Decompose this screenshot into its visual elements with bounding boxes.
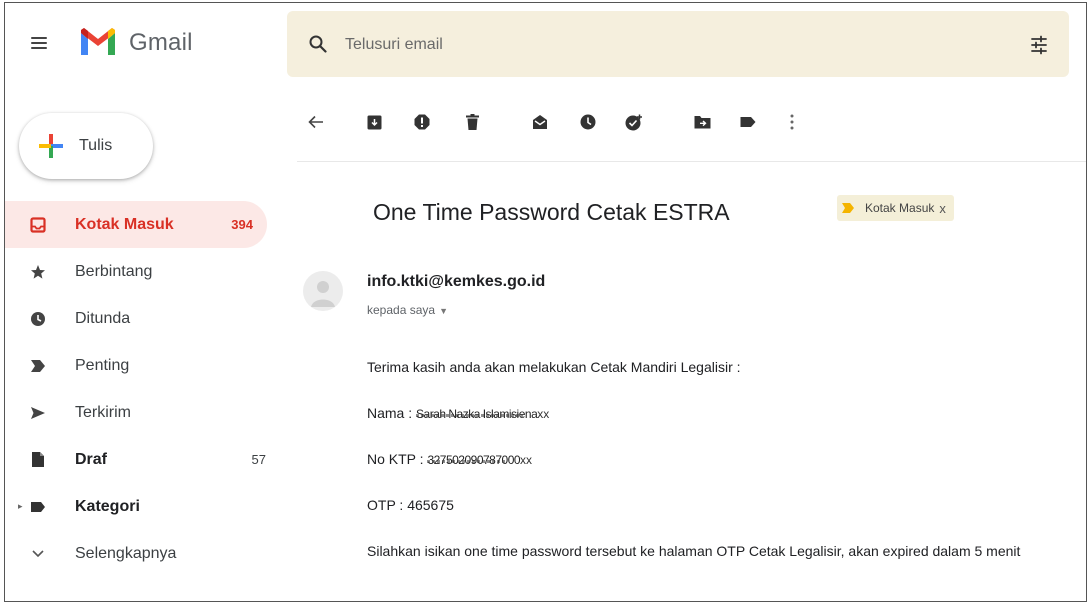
- sidebar-item-label: Ditunda: [75, 309, 131, 327]
- compose-plus-icon: [39, 134, 63, 158]
- ktp-suffix: xx: [520, 453, 533, 467]
- sidebar-item-categories[interactable]: ▸ Kategori: [5, 483, 280, 530]
- body-ktp-line: No KTP : 327502090787000xx: [367, 451, 532, 467]
- sidebar-item-inbox[interactable]: Kotak Masuk 394: [5, 201, 267, 248]
- recipient-details-icon[interactable]: ▼: [439, 306, 448, 316]
- name-value: Sarah Nazka Islamisiena: [416, 407, 538, 421]
- sidebar-item-label: Kotak Masuk: [75, 215, 174, 233]
- body-name-line: Nama : Sarah Nazka Islamisienaxx: [367, 405, 549, 421]
- label-icon: [29, 498, 47, 516]
- sidebar-item-more[interactable]: Selengkapnya: [5, 530, 280, 577]
- toolbar-divider: [297, 161, 1086, 162]
- sidebar-item-label: Draf: [75, 450, 108, 468]
- search-input[interactable]: [345, 33, 945, 57]
- compose-button[interactable]: Tulis: [19, 113, 153, 179]
- move-to-icon[interactable]: [691, 109, 713, 135]
- mark-unread-icon[interactable]: [529, 109, 551, 135]
- sidebar-item-important[interactable]: Penting: [5, 342, 280, 389]
- sender-avatar[interactable]: [303, 271, 343, 311]
- remove-label-button[interactable]: x: [939, 201, 946, 216]
- sidebar-item-drafts[interactable]: Draf 57: [5, 436, 280, 483]
- body-instruction: Silahkan isikan one time password terseb…: [367, 543, 1021, 559]
- redacted-name: Sarah Nazka Islamisiena: [416, 407, 538, 421]
- recipient-text: kepada saya: [367, 303, 436, 317]
- ktp-value: 327502090787000: [427, 453, 521, 467]
- chevron-down-icon: [29, 545, 47, 563]
- sender-email[interactable]: info.ktki@kemkes.go.id: [367, 273, 545, 291]
- name-suffix: xx: [537, 407, 550, 421]
- draft-icon: [29, 451, 47, 469]
- snooze-icon[interactable]: [577, 109, 599, 135]
- message-toolbar: [297, 103, 1086, 143]
- gmail-logo[interactable]: [79, 27, 117, 57]
- search-bar[interactable]: [287, 11, 1069, 77]
- back-arrow-icon[interactable]: [305, 109, 327, 135]
- unread-count: 394: [231, 217, 253, 232]
- send-icon: [29, 404, 47, 422]
- sidebar-item-label: Terkirim: [75, 403, 131, 421]
- report-spam-icon[interactable]: [411, 109, 433, 135]
- recipient-line[interactable]: kepada saya ▼: [367, 303, 448, 317]
- archive-icon[interactable]: [363, 109, 385, 135]
- compose-label: Tulis: [79, 137, 113, 154]
- delete-icon[interactable]: [461, 109, 483, 135]
- top-bar: Gmail: [5, 3, 1086, 85]
- ktp-label: No KTP :: [367, 451, 428, 467]
- label-icon[interactable]: [737, 109, 759, 135]
- gmail-window: Gmail Telusuri email Tulis Kotak Masuk 3…: [4, 2, 1087, 602]
- name-label: Nama :: [367, 405, 417, 421]
- label-chip-text: Kotak Masuk: [865, 201, 935, 215]
- app-name: Gmail: [129, 29, 193, 56]
- body-otp-line: OTP : 465675: [367, 497, 454, 513]
- add-task-icon[interactable]: [623, 109, 645, 135]
- sidebar-item-label: Berbintang: [75, 262, 153, 280]
- body-intro: Terima kasih anda akan melakukan Cetak M…: [367, 359, 741, 375]
- sidebar-item-label: Kategori: [75, 497, 140, 515]
- draft-count: 57: [251, 452, 266, 467]
- clock-icon: [29, 310, 47, 328]
- star-icon: [29, 263, 47, 281]
- sidebar-item-snoozed[interactable]: Ditunda: [5, 295, 280, 342]
- inbox-label-chip[interactable]: Kotak Masuk x: [837, 195, 954, 221]
- sidebar-item-starred[interactable]: Berbintang: [5, 248, 280, 295]
- sidebar-nav: Kotak Masuk 394 Berbintang Ditunda Penti…: [5, 201, 280, 577]
- important-icon: [29, 357, 47, 375]
- sidebar-item-label: Penting: [75, 356, 130, 374]
- email-subject: One Time Password Cetak ESTRA: [373, 199, 730, 225]
- sidebar-item-label: Selengkapnya: [75, 544, 177, 562]
- inbox-icon: [29, 216, 47, 234]
- important-marker-icon[interactable]: [841, 202, 855, 214]
- search-options-icon[interactable]: [1029, 35, 1049, 55]
- expand-caret-icon[interactable]: ▸: [18, 501, 23, 512]
- more-icon[interactable]: [781, 109, 803, 135]
- sidebar-item-sent[interactable]: Terkirim: [5, 389, 280, 436]
- main-menu-icon[interactable]: [31, 37, 47, 49]
- search-icon[interactable]: [309, 35, 327, 53]
- redacted-ktp: 327502090787000: [427, 453, 521, 467]
